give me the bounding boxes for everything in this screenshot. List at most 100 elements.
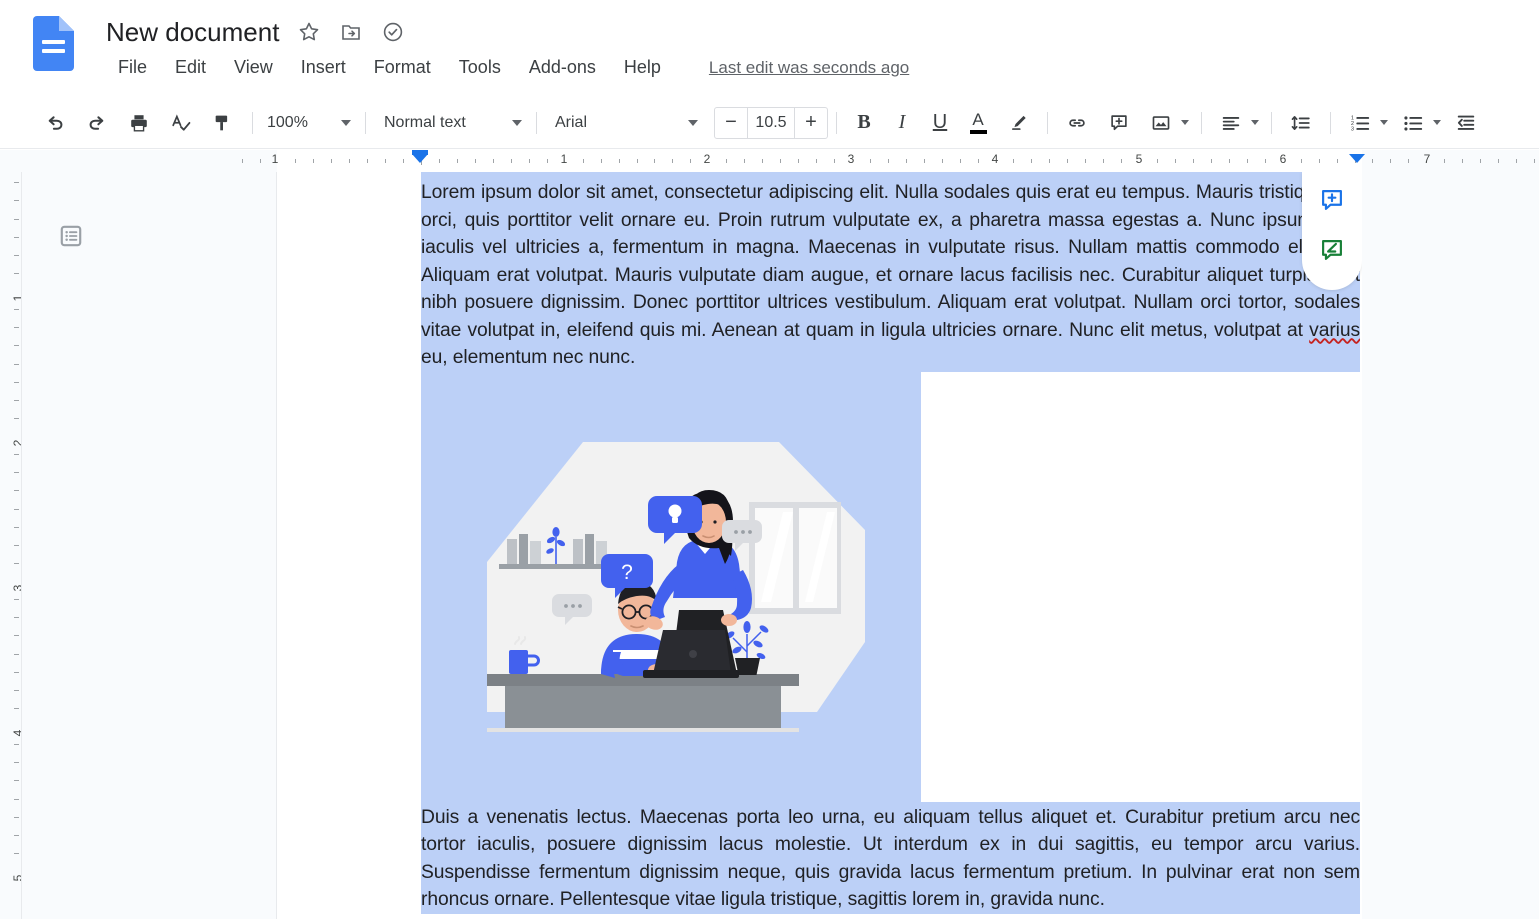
ruler-tick xyxy=(1408,159,1409,163)
line-spacing-icon[interactable] xyxy=(1283,105,1319,141)
menu-addons[interactable]: Add-ons xyxy=(515,55,610,80)
paragraph-2[interactable]: Duis a venenatis lectus. Maecenas porta … xyxy=(421,801,1360,914)
zoom-level-dropdown[interactable]: 100% xyxy=(261,106,357,140)
google-docs-window: New document File Edit View Insert Forma… xyxy=(0,0,1539,919)
text-color-button[interactable]: A xyxy=(961,106,995,140)
add-comment-icon[interactable] xyxy=(1101,105,1137,141)
ruler-tick xyxy=(295,159,296,163)
ruler-tick xyxy=(780,159,781,163)
ruler-tick xyxy=(1462,159,1463,163)
ruler-number: 1 xyxy=(11,290,21,306)
ruler-tick xyxy=(1193,159,1194,163)
ruler-tick xyxy=(14,672,19,673)
formatting-toolbar: 100% Normal text Arial − 10.5 + B I U A xyxy=(0,97,1539,149)
vertical-ruler[interactable]: 1 2 3 4 5 xyxy=(0,172,22,919)
bulleted-list-icon[interactable] xyxy=(1395,105,1431,141)
font-size-stepper[interactable]: − 10.5 + xyxy=(714,106,828,139)
google-docs-logo[interactable] xyxy=(33,16,74,71)
inline-image-block[interactable]: ? xyxy=(421,371,921,802)
italic-button[interactable]: I xyxy=(885,106,919,140)
misspelled-word[interactable]: varius xyxy=(1309,320,1360,341)
ruler-tick xyxy=(726,159,727,163)
star-icon[interactable] xyxy=(297,20,321,44)
ruler-tick xyxy=(14,599,19,600)
ruler-tick xyxy=(1211,159,1212,163)
ruler-tick xyxy=(762,159,763,163)
ruler-tick xyxy=(654,159,655,163)
last-edit-status[interactable]: Last edit was seconds ago xyxy=(709,58,909,78)
decrease-font-size-button[interactable]: − xyxy=(715,108,747,138)
document-actions-panel xyxy=(1302,172,1362,290)
document-content[interactable]: Lorem ipsum dolor sit amet, consectetur … xyxy=(421,172,1360,914)
menu-edit[interactable]: Edit xyxy=(161,55,220,80)
right-gutter xyxy=(1362,172,1539,919)
paint-format-icon[interactable] xyxy=(205,105,241,141)
menu-view[interactable]: View xyxy=(220,55,287,80)
ruler-number: 4 xyxy=(991,152,999,166)
office-illustration-image[interactable]: ? xyxy=(461,412,881,762)
menu-insert[interactable]: Insert xyxy=(287,55,360,80)
numbered-list-icon[interactable]: 1 2 3 xyxy=(1342,105,1378,141)
undo-icon[interactable] xyxy=(37,105,73,141)
insert-link-icon[interactable] xyxy=(1059,105,1095,141)
print-icon[interactable] xyxy=(121,105,157,141)
insert-image-chevron-down-icon[interactable] xyxy=(1181,120,1189,125)
ruler-tick xyxy=(1534,159,1535,163)
font-family-dropdown[interactable]: Arial xyxy=(549,106,704,140)
ruler-number: 7 xyxy=(1423,152,1431,166)
ruler-tick xyxy=(14,654,19,655)
add-comment-icon[interactable] xyxy=(1312,180,1352,220)
ruler-number: 4 xyxy=(11,725,21,741)
ruler-tick xyxy=(1229,159,1230,163)
right-indent-marker[interactable] xyxy=(1349,154,1365,163)
suggest-edit-icon[interactable] xyxy=(1312,230,1352,270)
ruler-number: 2 xyxy=(703,152,711,166)
ruler-tick xyxy=(1085,159,1086,163)
move-to-folder-icon[interactable] xyxy=(339,20,363,44)
ruler-tick xyxy=(385,159,386,163)
cloud-check-icon[interactable] xyxy=(381,20,405,44)
ruler-tick xyxy=(511,159,512,163)
ruler-tick xyxy=(14,400,19,401)
ruler-tick xyxy=(242,159,243,163)
ruler-tick xyxy=(14,454,19,455)
bold-button[interactable]: B xyxy=(847,106,881,140)
insert-image-icon[interactable] xyxy=(1143,105,1179,141)
ruler-tick xyxy=(14,309,19,310)
highlight-color-icon[interactable] xyxy=(1000,105,1036,141)
ruler-tick xyxy=(1516,159,1517,163)
document-outline-icon[interactable] xyxy=(53,218,89,254)
toolbar-divider xyxy=(1271,111,1272,134)
ruler-tick xyxy=(1480,159,1481,163)
ruler-tick xyxy=(14,509,19,510)
ruler-tick xyxy=(331,159,332,163)
decrease-indent-icon[interactable] xyxy=(1448,105,1484,141)
underline-button[interactable]: U xyxy=(923,106,957,140)
paragraph-style-dropdown[interactable]: Normal text xyxy=(378,106,528,140)
font-size-input[interactable]: 10.5 xyxy=(747,107,795,138)
redo-icon[interactable] xyxy=(79,105,115,141)
ruler-tick xyxy=(14,563,19,564)
left-indent-marker[interactable] xyxy=(412,154,428,163)
ruler-tick xyxy=(834,159,835,163)
horizontal-ruler[interactable]: 1 1 2 3 4 5 6 7 xyxy=(0,150,1539,172)
menu-file[interactable]: File xyxy=(104,55,161,80)
numbered-list-chevron-down-icon[interactable] xyxy=(1380,120,1388,125)
menu-help[interactable]: Help xyxy=(610,55,675,80)
document-body-area: 1 2 3 4 5 Lorem ipsum dolor sit amet, consec… xyxy=(0,172,1539,919)
menu-tools[interactable]: Tools xyxy=(445,55,515,80)
document-page[interactable]: Lorem ipsum dolor sit amet, consectetur … xyxy=(277,172,1362,919)
paragraph-1[interactable]: Lorem ipsum dolor sit amet, consectetur … xyxy=(421,172,1360,372)
spellcheck-icon[interactable] xyxy=(163,105,199,141)
align-chevron-down-icon[interactable] xyxy=(1251,120,1259,125)
ruler-tick xyxy=(1121,159,1122,163)
bulleted-list-chevron-down-icon[interactable] xyxy=(1433,120,1441,125)
page-title[interactable]: New document xyxy=(106,17,279,48)
increase-font-size-button[interactable]: + xyxy=(795,108,827,138)
menu-format[interactable]: Format xyxy=(360,55,445,80)
ruler-tick xyxy=(367,159,368,163)
toolbar-divider xyxy=(365,111,366,134)
toolbar-divider xyxy=(1047,111,1048,134)
ruler-tick xyxy=(403,159,404,163)
align-icon[interactable] xyxy=(1213,105,1249,141)
